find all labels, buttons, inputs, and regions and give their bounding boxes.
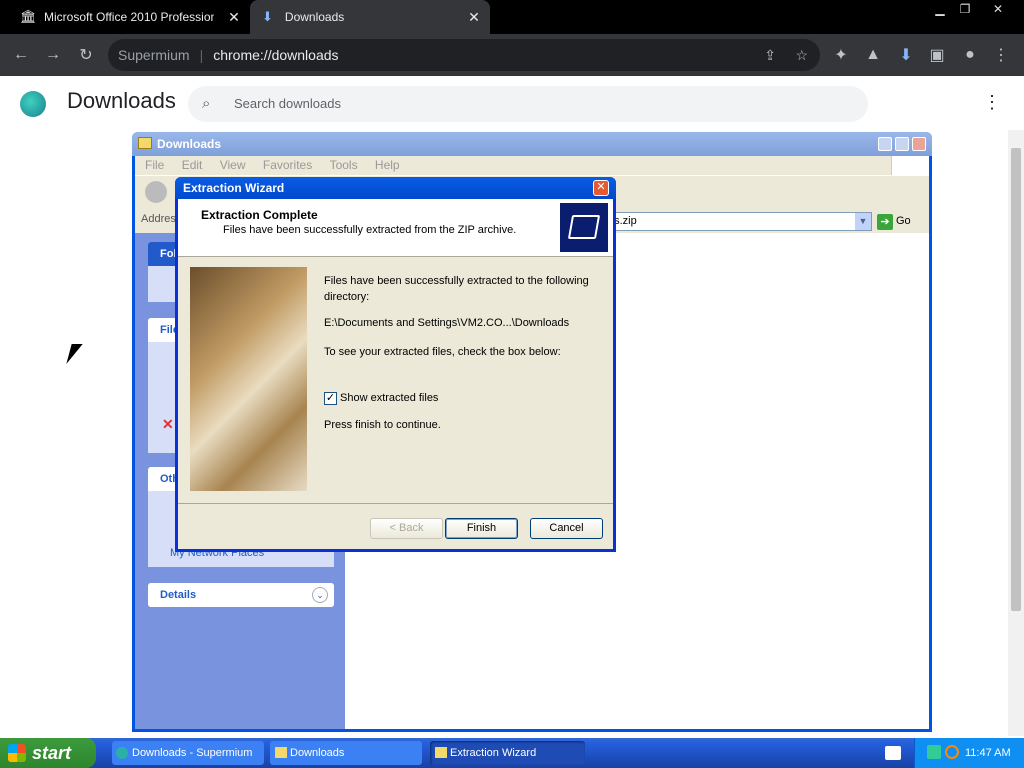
back-arrow-icon[interactable]: [145, 181, 167, 203]
menu-file[interactable]: File: [145, 156, 164, 175]
dropdown-arrow-icon[interactable]: ▼: [855, 213, 871, 230]
close-icon[interactable]: ✕: [593, 180, 609, 196]
browser-toolbar: ← → ↻ Supermium | chrome://downloads ⇪ ☆…: [0, 34, 1024, 76]
go-label: Go: [896, 215, 911, 227]
checkbox-label[interactable]: Show extracted files: [340, 390, 615, 406]
finish-button[interactable]: Finish: [445, 518, 518, 539]
wizard-instruction: To see your extracted files, check the b…: [324, 346, 561, 358]
folder-icon: [435, 747, 447, 758]
address-field[interactable]: ds.zip ▼: [605, 212, 872, 231]
flask-icon[interactable]: ▲: [860, 42, 886, 68]
profile-icon[interactable]: ●: [957, 42, 983, 68]
wizard-titlebar: Extraction Wizard: [175, 177, 616, 199]
extract-path: E:\Documents and Settings\VM2.CO...\Down…: [324, 317, 570, 329]
go-button[interactable]: ➔ Go: [877, 212, 911, 231]
close-tab-icon[interactable]: ✕: [226, 9, 242, 25]
wizard-side-image: [190, 267, 307, 491]
tab-downloads[interactable]: ⬇ Downloads ✕: [250, 0, 490, 34]
taskbar-item-label: Downloads - Supermium: [132, 747, 253, 759]
tab-office[interactable]: 🏛 Microsoft Office 2010 Professional P ✕: [10, 0, 250, 34]
divider: |: [199, 47, 204, 63]
taskbar-item-wizard[interactable]: Extraction Wizard: [430, 741, 585, 765]
explorer-titlebar: Downloads: [132, 132, 932, 156]
taskbar-item-label: Downloads: [290, 747, 345, 759]
share-icon[interactable]: ⇪: [764, 39, 776, 71]
minimize-icon[interactable]: [878, 137, 892, 151]
go-arrow-icon: ➔: [877, 213, 893, 230]
close-window-icon[interactable]: ✕: [983, 0, 1013, 18]
address-bar[interactable]: Supermium | chrome://downloads ⇪ ☆: [108, 39, 820, 71]
wizard-body: Extraction Complete Files have been succ…: [178, 199, 613, 549]
wizard-header: Extraction Complete Files have been succ…: [178, 199, 613, 257]
system-tray: 11:47 AM: [914, 738, 1024, 768]
start-label: start: [32, 743, 72, 763]
forward-icon[interactable]: →: [40, 42, 66, 68]
wizard-message: Files have been successfully extracted t…: [324, 275, 589, 303]
network-icon[interactable]: [927, 745, 941, 759]
maximize-icon[interactable]: [895, 137, 909, 151]
windows-logo-icon: [8, 744, 26, 762]
page-title: Downloads: [67, 88, 176, 113]
menu-bar: File Edit View Favorites Tools Help: [135, 156, 929, 175]
taskbar: start Downloads - Supermium Downloads Ex…: [0, 738, 1024, 768]
menu-view[interactable]: View: [220, 156, 246, 175]
details-panel: Details ⌄: [148, 583, 334, 607]
scrollbar-thumb[interactable]: [1011, 148, 1021, 611]
menu-icon[interactable]: ⋮: [988, 42, 1014, 68]
cancel-button[interactable]: Cancel: [530, 518, 603, 539]
search-downloads-input[interactable]: ⌕ Search downloads: [188, 86, 868, 122]
folders-icon: [560, 203, 608, 252]
more-actions-icon[interactable]: ⋮: [983, 92, 1001, 113]
back-button[interactable]: < Back: [370, 518, 443, 539]
details-header[interactable]: Details: [148, 583, 334, 607]
menu-favorites[interactable]: Favorites: [263, 156, 312, 175]
extensions-icon[interactable]: ✦: [828, 42, 854, 68]
sidepanel-icon[interactable]: ▣: [924, 42, 950, 68]
folder-icon: [138, 137, 152, 149]
chevron-down-icon[interactable]: ⌄: [312, 587, 328, 603]
taskbar-item-browser[interactable]: Downloads - Supermium: [112, 741, 264, 765]
show-extracted-files-checkbox[interactable]: ✓: [324, 392, 337, 405]
taskbar-item-downloads[interactable]: Downloads: [270, 741, 422, 765]
search-icon: ⌕: [202, 95, 211, 112]
extraction-wizard-dialog: Extraction Wizard ✕ Extraction Complete …: [175, 177, 616, 552]
supermium-icon: [116, 747, 128, 759]
restore-icon[interactable]: ❐: [950, 0, 980, 18]
url-text: chrome://downloads: [213, 47, 339, 63]
star-icon[interactable]: ☆: [795, 39, 808, 71]
keyboard-icon[interactable]: [885, 746, 901, 760]
folder-icon: [275, 747, 287, 758]
browser-brand: Supermium: [118, 47, 190, 63]
search-icon[interactable]: [945, 745, 959, 759]
clock: 11:47 AM: [965, 747, 1011, 759]
wizard-header-subtitle: Files have been successfully extracted f…: [223, 224, 517, 236]
start-button[interactable]: start: [0, 738, 96, 768]
tab-label: Downloads: [284, 10, 345, 24]
tab-strip: 🏛 Microsoft Office 2010 Professional P ✕…: [0, 0, 1024, 34]
close-tab-icon[interactable]: ✕: [466, 9, 482, 25]
search-placeholder: Search downloads: [234, 96, 341, 111]
menu-edit[interactable]: Edit: [182, 156, 203, 175]
menu-tools[interactable]: Tools: [330, 156, 358, 175]
download-icon[interactable]: ⬇: [893, 42, 919, 68]
taskbar-item-label: Extraction Wizard: [450, 747, 537, 759]
menu-help[interactable]: Help: [375, 156, 400, 175]
back-icon[interactable]: ←: [8, 42, 34, 68]
separator: [178, 503, 613, 504]
windows-flag-icon: [891, 156, 929, 175]
download-icon: ⬇: [262, 9, 273, 24]
wizard-finish-hint: Press finish to continue.: [324, 419, 441, 431]
wizard-header-title: Extraction Complete: [201, 208, 318, 222]
delete-icon[interactable]: ✕: [162, 416, 174, 433]
explorer-title: Downloads: [157, 137, 222, 151]
reload-icon[interactable]: ↻: [73, 42, 99, 68]
museum-icon: 🏛: [20, 9, 37, 24]
supermium-logo: [20, 91, 46, 117]
close-icon[interactable]: [912, 137, 926, 151]
tab-label: Microsoft Office 2010 Professional P: [44, 10, 214, 24]
